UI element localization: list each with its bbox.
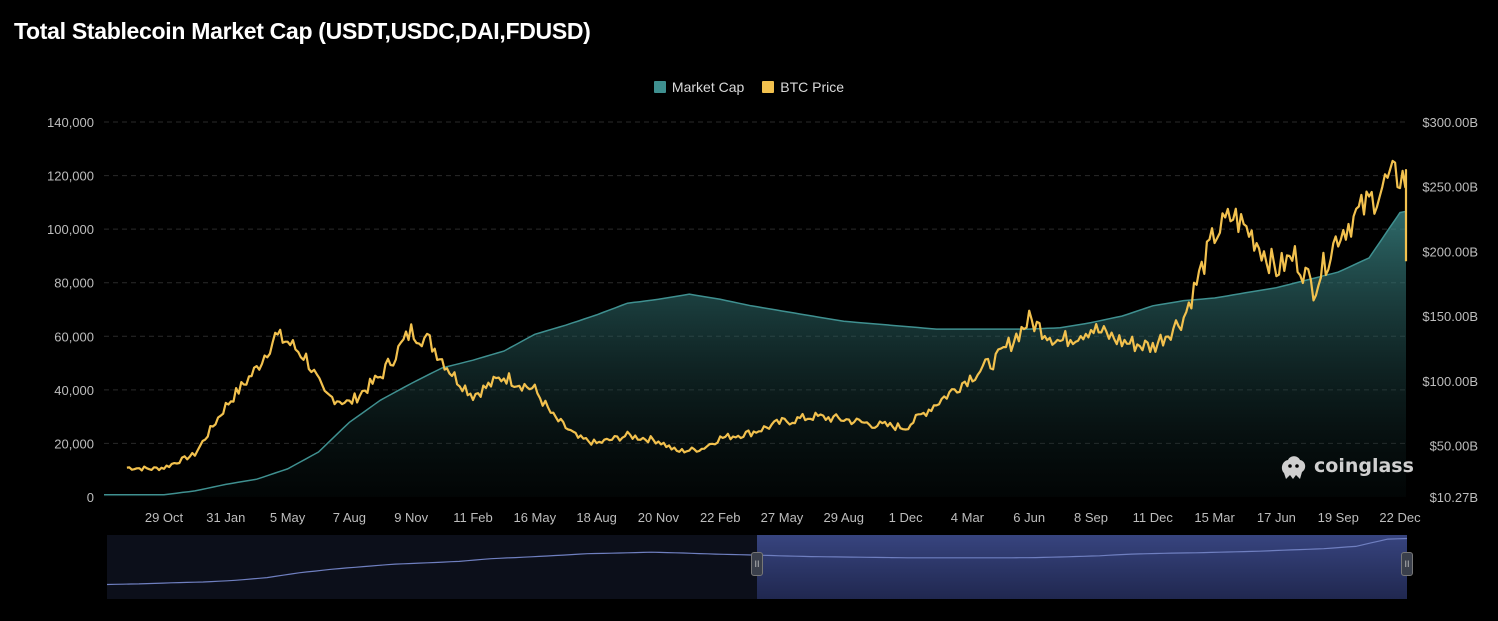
x-tick-label: 11 Feb [453, 510, 493, 525]
x-tick-label: 7 Aug [333, 510, 366, 525]
left-tick-label: 20,000 [54, 436, 94, 451]
range-handle-right[interactable]: II [1401, 552, 1413, 576]
x-tick-label: 16 May [513, 510, 556, 525]
x-tick-label: 6 Jun [1013, 510, 1045, 525]
x-tick-label: 11 Dec [1133, 510, 1174, 525]
coinglass-logo: coinglass [1278, 451, 1414, 481]
x-tick-label: 22 Feb [700, 510, 740, 525]
right-axis: $10.27B $50.00B $100.00B $150.00B $200.00B $2… [1422, 115, 1478, 505]
right-tick-label: $150.00B [1422, 309, 1478, 324]
x-tick-label: 29 Oct [145, 510, 184, 525]
left-tick-label: 120,000 [47, 169, 94, 184]
range-handle-left[interactable]: II [751, 552, 763, 576]
x-tick-label: 20 Nov [638, 510, 680, 525]
x-tick-label: 18 Aug [576, 510, 617, 525]
x-tick-label: 19 Sep [1318, 510, 1359, 525]
coinglass-icon [1281, 456, 1306, 479]
left-tick-label: 80,000 [54, 276, 94, 291]
left-axis: 0 20,000 40,000 60,000 80,000 100,000 120,000 1… [47, 115, 94, 505]
right-tick-label: $10.27B [1430, 490, 1478, 505]
navigator-selected-range[interactable] [757, 535, 1407, 599]
x-tick-label: 17 Jun [1257, 510, 1296, 525]
x-axis: 29 Oct 31 Jan 5 May 7 Aug 9 Nov 11 Feb 16 May 1… [145, 510, 1421, 525]
x-tick-label: 9 Nov [394, 510, 428, 525]
x-tick-label: 15 Mar [1194, 510, 1235, 525]
left-tick-label: 100,000 [47, 222, 94, 237]
right-tick-label: $300.00B [1422, 115, 1478, 130]
left-tick-label: 40,000 [54, 383, 94, 398]
left-tick-label: 60,000 [54, 329, 94, 344]
x-tick-label: 4 Mar [951, 510, 985, 525]
x-tick-label: 31 Jan [206, 510, 245, 525]
right-tick-label: $100.00B [1422, 374, 1478, 389]
left-tick-label: 140,000 [47, 115, 94, 130]
x-tick-label: 8 Sep [1074, 510, 1108, 525]
chart-canvas: 0 20,000 40,000 60,000 80,000 100,000 120,000 1… [47, 115, 1478, 599]
left-tick-label: 0 [87, 490, 94, 505]
x-tick-label: 1 Dec [889, 510, 923, 525]
brand-label: coinglass [1314, 455, 1414, 477]
x-tick-label: 22 Dec [1379, 510, 1421, 525]
right-tick-label: $200.00B [1422, 244, 1478, 259]
x-tick-label: 29 Aug [824, 510, 865, 525]
right-tick-label: $50.00B [1430, 439, 1478, 454]
x-tick-label: 27 May [761, 510, 804, 525]
x-tick-label: 5 May [270, 510, 306, 525]
right-tick-label: $250.00B [1422, 180, 1478, 195]
